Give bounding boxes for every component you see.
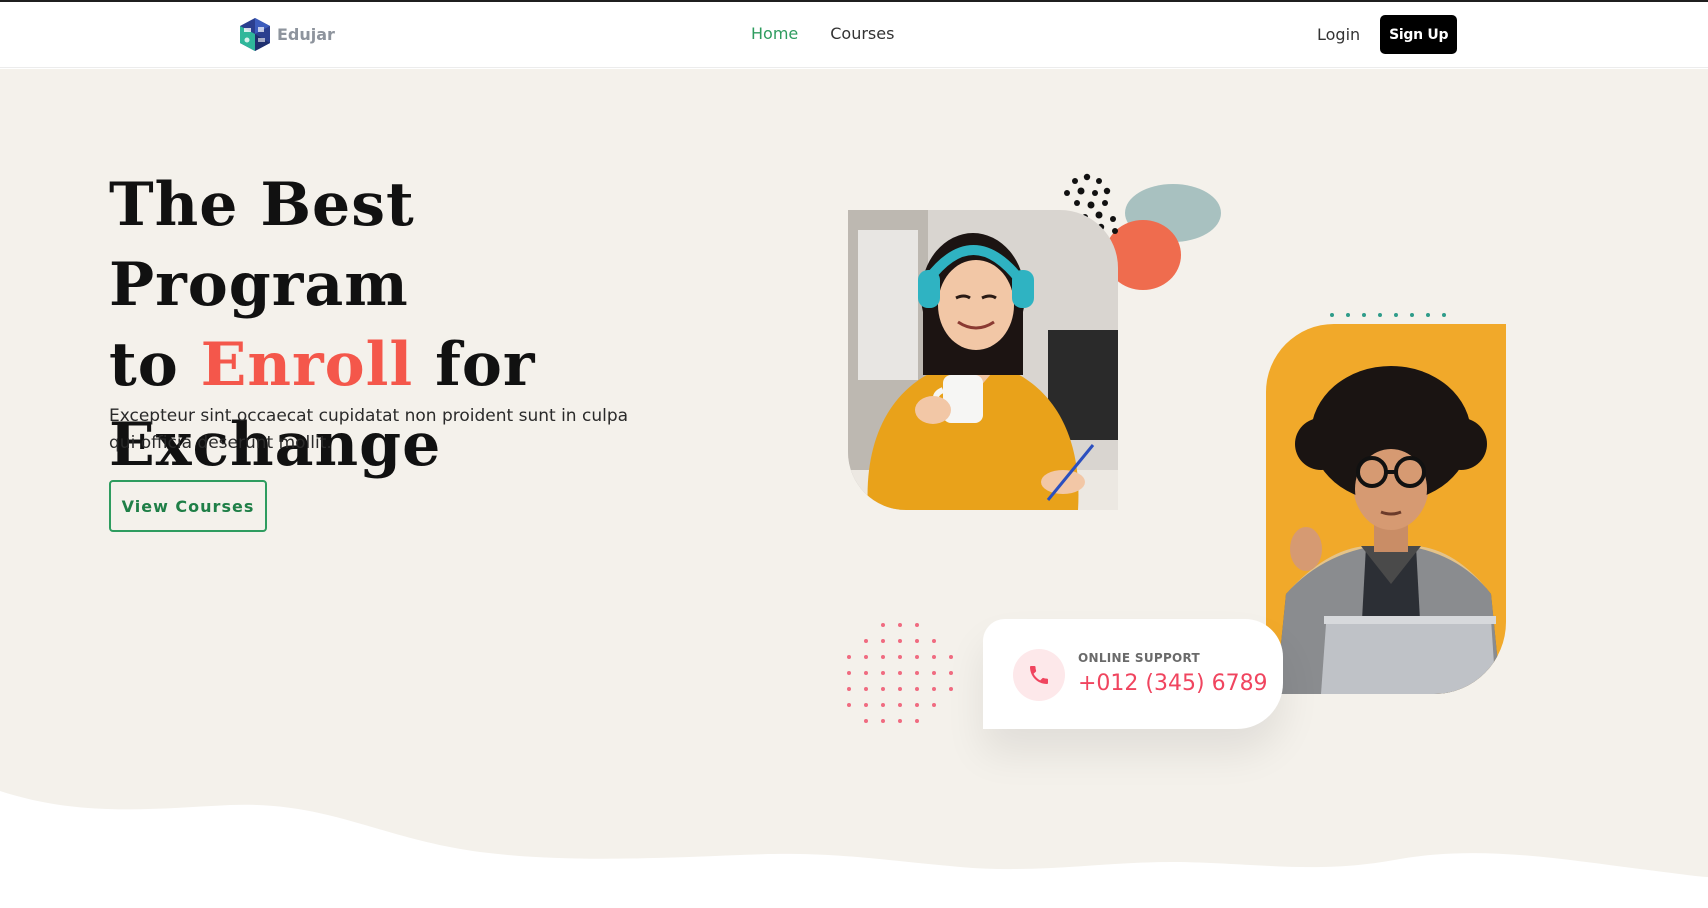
auth-actions: Login Sign Up — [1317, 15, 1458, 54]
brand-logo-icon — [240, 18, 270, 51]
hero-description: Excepteur sint occaecat cupidatat non pr… — [109, 406, 629, 453]
support-label: ONLINE SUPPORT — [1078, 651, 1201, 665]
phone-icon — [1030, 666, 1048, 684]
support-phone-number[interactable]: +012 (345) 6789 — [1078, 671, 1268, 696]
online-support-card[interactable]: ONLINE SUPPORT +012 (345) 6789 — [983, 619, 1283, 729]
brand-link[interactable]: Edujar — [239, 17, 335, 52]
hero-title-line1: The Best Program — [109, 170, 415, 320]
nav-courses[interactable]: Courses — [830, 24, 894, 43]
student-photo-laptop — [1266, 324, 1506, 694]
student-photo-headphones — [848, 210, 1118, 510]
login-link[interactable]: Login — [1317, 25, 1360, 44]
hero-title-accent: Enroll — [200, 330, 414, 400]
view-courses-button[interactable]: View Courses — [109, 480, 267, 532]
hero-title-line2-prefix: to — [109, 330, 201, 400]
phone-icon-badge — [1013, 649, 1065, 701]
hero-title-line2-suffix: for — [413, 330, 536, 400]
signup-button[interactable]: Sign Up — [1380, 15, 1458, 54]
navbar: Edujar Home Courses Login Sign Up — [0, 2, 1708, 68]
pink-dots-decoration — [847, 623, 953, 723]
nav-home[interactable]: Home — [751, 24, 798, 43]
main-nav: Home Courses — [751, 24, 894, 43]
brand-name: Edujar — [277, 25, 335, 44]
hero-section: The Best Program to Enroll for Exchange … — [0, 69, 1708, 908]
green-dots-decoration — [1330, 313, 1446, 317]
